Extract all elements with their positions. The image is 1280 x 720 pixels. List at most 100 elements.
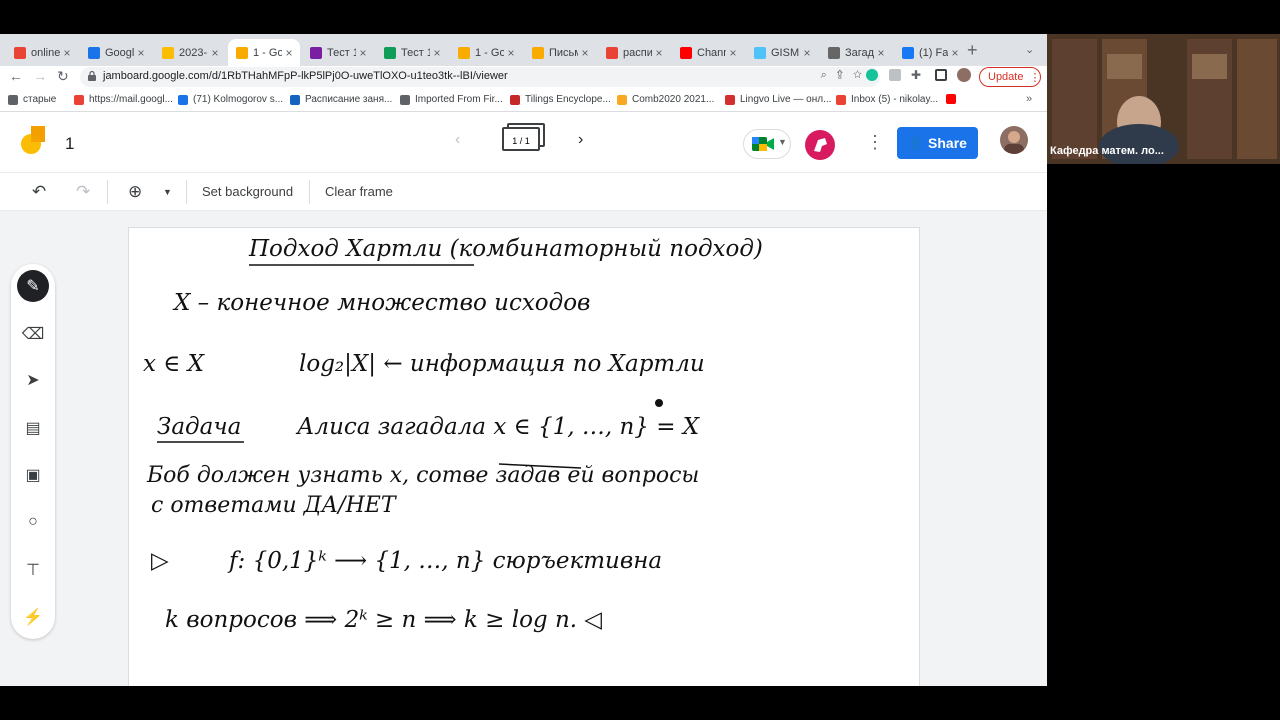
browser-tab[interactable]: Письм× <box>524 39 596 66</box>
profile-avatar[interactable] <box>957 68 971 82</box>
set-background-button[interactable]: Set background <box>202 184 293 199</box>
group-icon <box>178 94 188 105</box>
sidepanel-icon[interactable] <box>935 69 947 81</box>
jam-title[interactable]: 1 <box>65 134 74 154</box>
bookmark-item[interactable]: Tilings Encyclope... <box>510 94 611 105</box>
close-icon[interactable]: × <box>726 46 740 60</box>
new-tab-button[interactable]: + <box>967 40 978 61</box>
tab-title: online <box>31 46 60 59</box>
browser-tab[interactable]: Googl × <box>80 39 152 66</box>
browser-tab[interactable]: online × <box>6 39 78 66</box>
close-icon[interactable]: × <box>430 46 444 60</box>
browser-window: online × Googl × 2023- × 1 - Go × Тест 1 × Тест 1 ×… <box>0 34 1047 686</box>
frame-indicator[interactable]: 1 / 1 <box>502 127 540 151</box>
bookmarks-overflow-icon[interactable]: » <box>1026 93 1032 105</box>
bookmark-item[interactable]: Comb2020 2021... <box>617 94 714 105</box>
close-icon[interactable]: × <box>800 46 814 60</box>
gmail-icon <box>836 94 846 105</box>
board-line: log₂|X| ← информация по Хартли <box>299 351 705 377</box>
prev-frame-icon[interactable]: ‹ <box>455 131 460 149</box>
puzzle-icon[interactable]: ✚ <box>911 68 921 82</box>
meet-button[interactable]: ▼ <box>743 129 791 159</box>
grammarly-icon[interactable] <box>866 69 878 81</box>
next-frame-icon[interactable]: › <box>578 131 583 149</box>
browser-tab[interactable]: GISME× <box>746 39 818 66</box>
zoom-icon[interactable]: ⊕ <box>128 182 142 202</box>
browser-tab[interactable]: Загад × <box>820 39 892 66</box>
zoom-icon[interactable]: ⌕ <box>821 69 837 81</box>
board-line: x ∈ X <box>143 351 206 377</box>
close-icon[interactable]: × <box>874 46 888 60</box>
bookmark-item[interactable]: Inbox (5) - nikolay... <box>836 94 938 105</box>
lock-icon <box>88 71 96 81</box>
board-line: ▷ <box>151 548 169 574</box>
image-tool[interactable]: ▣ <box>17 459 49 491</box>
update-button[interactable]: Update ⋮ <box>979 67 1041 87</box>
bookmark-label: Inbox (5) - nikolay... <box>851 94 939 105</box>
close-icon[interactable]: × <box>652 46 666 60</box>
bookmark-item[interactable] <box>946 94 961 104</box>
address-bar[interactable]: jamboard.google.com/d/1RbTHahMFpP-lkP5lP… <box>80 67 880 87</box>
tab-title: 1 - Go <box>475 46 504 59</box>
jamboard-header: 1 ‹ 1 / 1 › ▼ ⋮ 👤 Share <box>0 112 1047 173</box>
eraser-tool[interactable]: ⌫ <box>17 318 49 350</box>
more-options-icon[interactable]: ⋮ <box>866 132 884 153</box>
user-photo-icon <box>1004 131 1024 154</box>
chevron-down-icon[interactable]: ▼ <box>163 187 172 197</box>
close-icon[interactable]: × <box>578 46 592 60</box>
extension-icon[interactable] <box>889 69 901 81</box>
laser-tool[interactable]: ⚡ <box>17 601 49 633</box>
tab-strip: online × Googl × 2023- × 1 - Go × Тест 1 × Тест 1 ×… <box>0 34 1047 66</box>
sticky-note-tool[interactable]: ▤ <box>17 412 49 444</box>
browser-tab[interactable]: 1 - Go × <box>228 39 300 66</box>
clear-frame-button[interactable]: Clear frame <box>325 184 393 199</box>
url-text: jamboard.google.com/d/1RbTHahMFpP-lkP5lP… <box>103 70 508 82</box>
reload-icon[interactable]: ↻ <box>57 68 69 85</box>
schedule-icon <box>290 94 300 105</box>
collaborator-avatar[interactable] <box>805 130 835 160</box>
bookmark-item[interactable]: Imported From Fir... <box>400 94 503 105</box>
account-avatar[interactable] <box>1000 126 1028 154</box>
gmail-icon <box>14 46 26 59</box>
browser-tab[interactable]: 1 - Go × <box>450 39 522 66</box>
comb-icon <box>617 94 627 105</box>
redo-icon[interactable]: ↷ <box>76 182 90 202</box>
browser-tab[interactable]: (1) Fac× <box>894 39 966 66</box>
select-tool[interactable]: ➤ <box>17 364 49 396</box>
pen-tool[interactable]: ✎ <box>17 270 49 302</box>
bookmark-label: Расписание заня... <box>305 94 393 105</box>
tab-title: Загад <box>845 46 874 59</box>
bookmark-item[interactable]: https://mail.googl... <box>74 94 173 105</box>
bookmark-item[interactable]: Расписание заня... <box>290 94 392 105</box>
undo-icon[interactable]: ↶ <box>32 182 46 202</box>
browser-tab[interactable]: Тест 1 × <box>302 39 374 66</box>
close-icon[interactable]: × <box>208 46 222 60</box>
video-participant-label: Кафедра матем. ло... <box>1050 145 1164 157</box>
address-toolbar: ← → ↻ jamboard.google.com/d/1RbTHahMFpP-… <box>0 66 1047 88</box>
bookmark-item[interactable]: старые <box>8 94 56 105</box>
close-icon[interactable]: × <box>356 46 370 60</box>
browser-tab[interactable]: Chann× <box>672 39 744 66</box>
shape-tool[interactable]: ○ <box>17 506 49 538</box>
bookmark-item[interactable]: (71) Kolmogorov s... <box>178 94 283 105</box>
browser-tab[interactable]: 2023- × <box>154 39 226 66</box>
close-icon[interactable]: × <box>134 46 148 60</box>
bookmarks-bar: старые https://mail.googl... (71) Kolmogor… <box>0 91 1047 112</box>
canvas-area: ✎ ⌫ ➤ ▤ ▣ ○ ⊤ ⚡ Подход Хартли (комбинато… <box>0 211 1047 686</box>
close-icon[interactable]: × <box>504 46 518 60</box>
text-box-tool[interactable]: ⊤ <box>17 554 49 586</box>
browser-tab[interactable]: распи × <box>598 39 670 66</box>
back-icon[interactable]: ← <box>9 68 23 84</box>
close-icon[interactable]: × <box>948 46 962 60</box>
close-icon[interactable]: × <box>282 46 296 60</box>
tool-palette: ✎ ⌫ ➤ ▤ ▣ ○ ⊤ ⚡ <box>11 264 55 639</box>
close-icon[interactable]: × <box>60 46 74 60</box>
bookmark-label: Imported From Fir... <box>415 94 503 105</box>
whiteboard-frame[interactable]: Подход Хартли (комбинаторный подход) X –… <box>128 227 920 686</box>
share-page-icon[interactable]: ⇪ <box>837 69 853 81</box>
bookmark-item[interactable]: Lingvo Live — онл... <box>725 94 831 105</box>
forward-icon[interactable]: → <box>33 68 47 84</box>
browser-tab[interactable]: Тест 1 × <box>376 39 448 66</box>
tab-search-button[interactable]: ⌄ <box>1025 43 1034 56</box>
share-button[interactable]: 👤 Share <box>897 127 978 159</box>
